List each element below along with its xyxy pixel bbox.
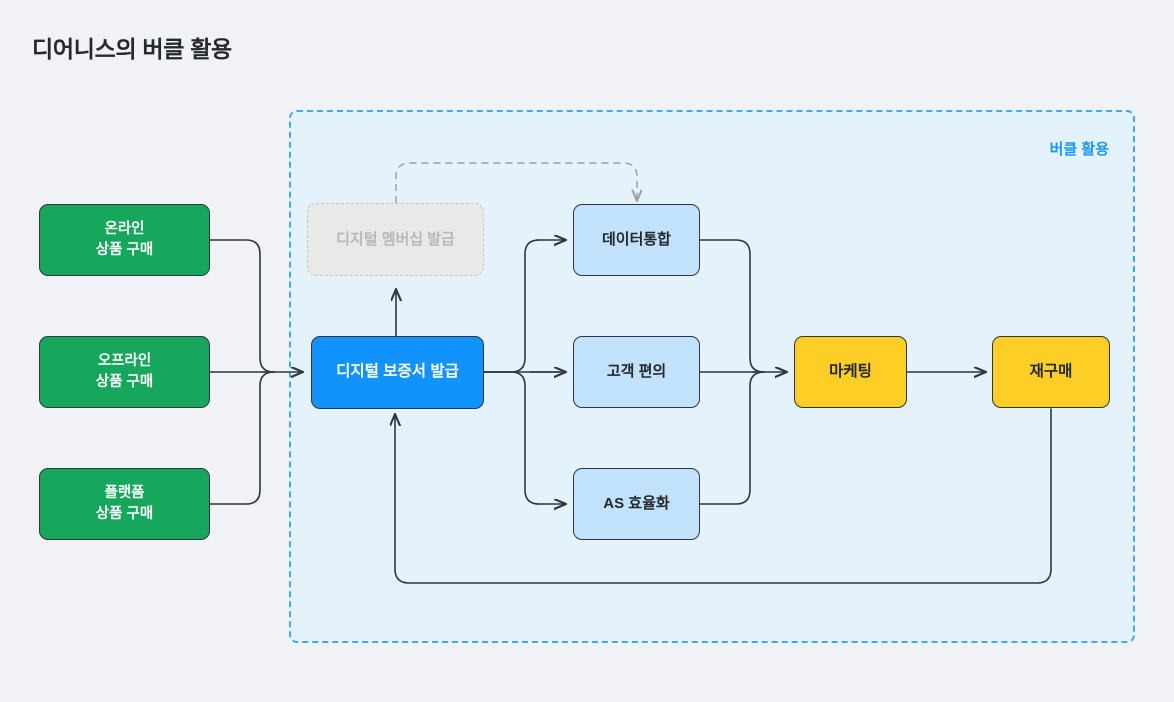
node-benefit-customer-convenience-label: 고객 편의 bbox=[606, 363, 667, 381]
node-marketing-label: 마케팅 bbox=[829, 362, 872, 380]
node-digital-warranty[interactable]: 디지털 보증서 발급 bbox=[311, 336, 484, 409]
diagram-canvas: 디어니스의 버클 활용 버클 활용 온라인 상품 구매 오프라인 상품 구매 플… bbox=[0, 0, 1174, 702]
node-marketing[interactable]: 마케팅 bbox=[794, 336, 907, 408]
page-title: 디어니스의 버클 활용 bbox=[32, 36, 232, 62]
edge-online-to-warranty bbox=[209, 239, 275, 373]
node-repurchase-label: 재구매 bbox=[1029, 362, 1073, 380]
node-benefit-data-integration[interactable]: 데이터통합 bbox=[573, 204, 700, 276]
node-benefit-as-efficiency-label: AS 효율화 bbox=[603, 495, 670, 513]
node-benefit-as-efficiency[interactable]: AS 효율화 bbox=[573, 468, 700, 540]
node-source-platform[interactable]: 플랫폼 상품 구매 bbox=[39, 468, 210, 540]
node-repurchase[interactable]: 재구매 bbox=[992, 336, 1110, 408]
node-source-offline[interactable]: 오프라인 상품 구매 bbox=[39, 336, 210, 408]
node-digital-warranty-label: 디지털 보증서 발급 bbox=[336, 363, 459, 381]
node-source-offline-line2: 상품 구매 bbox=[95, 374, 154, 390]
node-source-online[interactable]: 온라인 상품 구매 bbox=[39, 204, 210, 276]
node-digital-membership[interactable]: 디지털 멤버십 발급 bbox=[307, 203, 484, 276]
node-benefit-data-integration-label: 데이터통합 bbox=[601, 231, 671, 249]
edge-platform-to-warranty bbox=[209, 371, 275, 505]
node-benefit-customer-convenience[interactable]: 고객 편의 bbox=[573, 336, 700, 408]
node-source-online-line2: 상품 구매 bbox=[95, 242, 154, 258]
node-source-platform-line1: 플랫폼 bbox=[104, 484, 145, 501]
buckle-usage-label: 버클 활용 bbox=[1049, 141, 1109, 158]
node-source-platform-line2: 상품 구매 bbox=[95, 506, 154, 522]
node-digital-membership-label: 디지털 멤버십 발급 bbox=[336, 230, 455, 248]
node-source-offline-line1: 오프라인 bbox=[97, 352, 152, 369]
node-source-online-line1: 온라인 bbox=[104, 220, 145, 237]
